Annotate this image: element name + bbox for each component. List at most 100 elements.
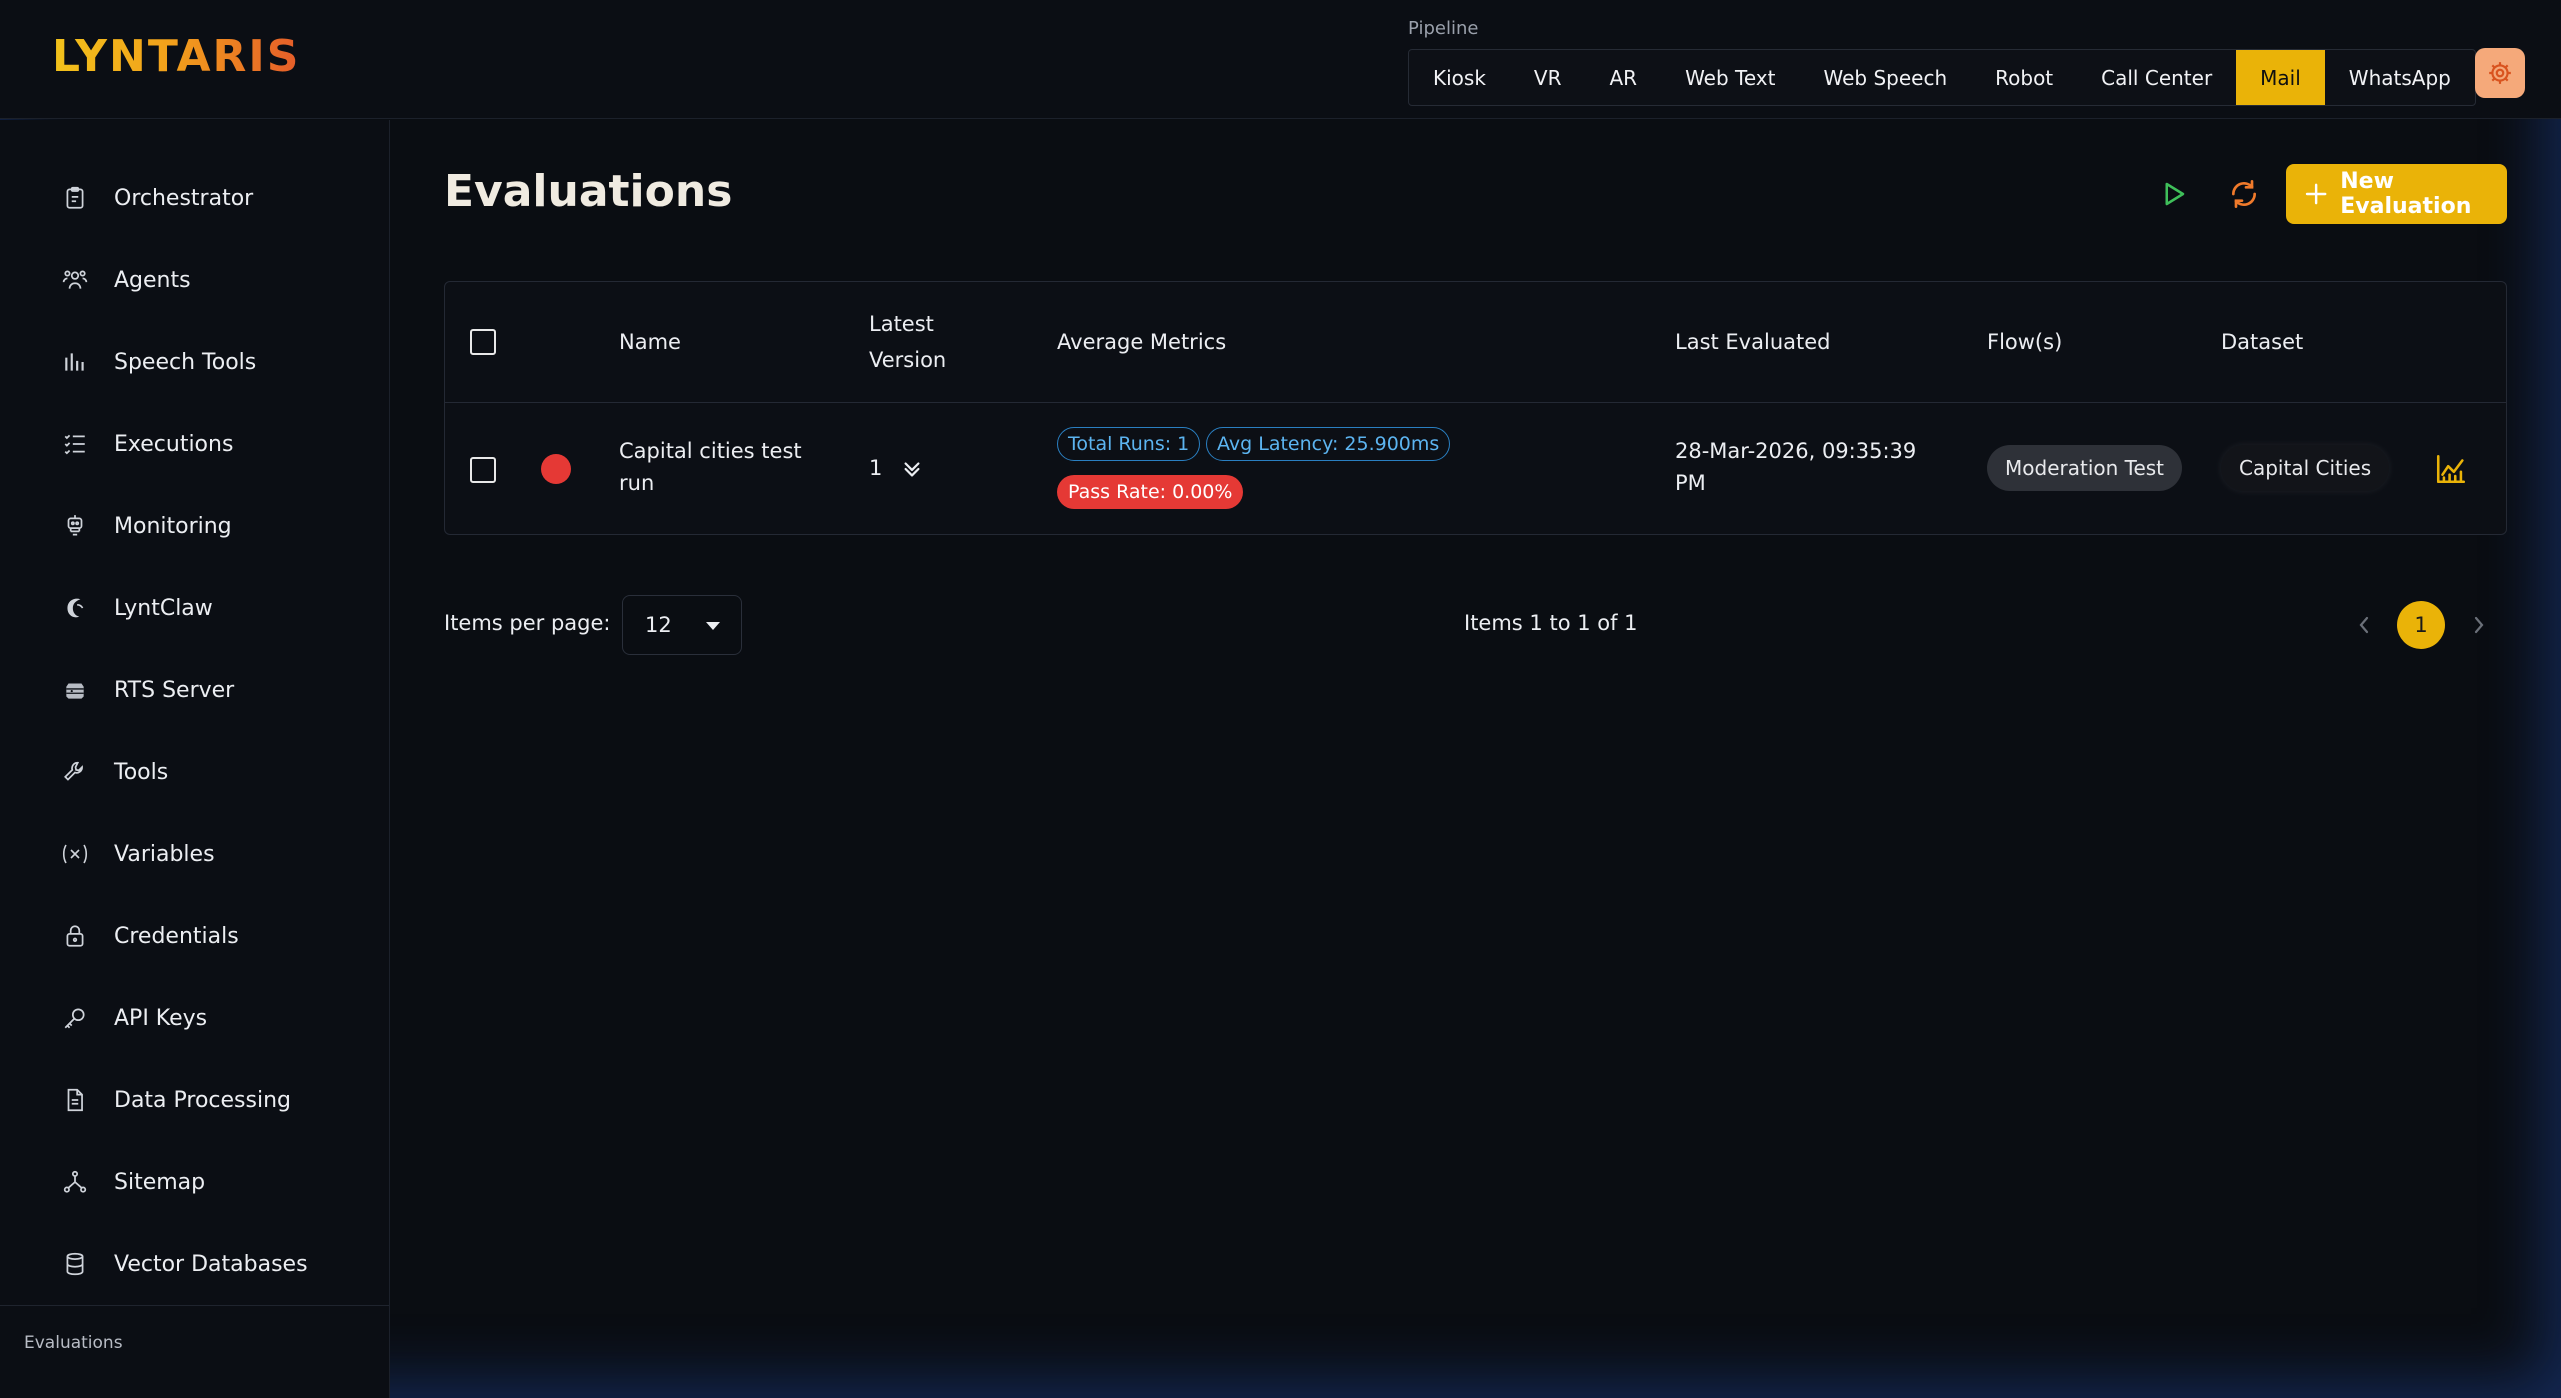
- select-all-checkbox[interactable]: [470, 329, 496, 355]
- pipeline-tab-web-text[interactable]: Web Text: [1661, 50, 1799, 105]
- gear-icon: [2489, 62, 2511, 84]
- sidebar-item-data-processing[interactable]: Data Processing: [58, 1080, 378, 1120]
- settings-button[interactable]: [2475, 48, 2525, 98]
- sidebar-item-executions[interactable]: Executions: [58, 424, 378, 464]
- pass-rate-badge: Pass Rate: 0.00%: [1057, 475, 1244, 509]
- items-per-page-value: 12: [645, 613, 672, 637]
- chevron-left-icon: [2359, 616, 2369, 634]
- chart-icon: [2436, 454, 2466, 484]
- new-evaluation-label: New Evaluation: [2340, 169, 2472, 219]
- variable-icon: [58, 837, 92, 871]
- sidebar-item-label: API Keys: [114, 1005, 208, 1031]
- sidebar-item-monitoring[interactable]: Monitoring: [58, 506, 378, 546]
- pipeline-tab-mail[interactable]: Mail: [2236, 50, 2325, 105]
- database-icon: [58, 1247, 92, 1281]
- column-header-dataset[interactable]: Dataset: [2221, 324, 2303, 360]
- run-button[interactable]: [2148, 169, 2198, 219]
- key-icon: [58, 1001, 92, 1035]
- column-header-flows[interactable]: Flow(s): [1987, 324, 2062, 360]
- last-evaluated-line1: 28-Mar-2026, 09:35:39: [1675, 439, 1917, 463]
- pipeline-tab-web-speech[interactable]: Web Speech: [1800, 50, 1972, 105]
- pipeline-tab-call-center[interactable]: Call Center: [2077, 50, 2236, 105]
- sidebar-item-variables[interactable]: Variables: [58, 834, 378, 874]
- app-logo[interactable]: LYNTARIS: [52, 26, 312, 86]
- column-header-latest-version-line2: Version: [869, 348, 947, 372]
- pipeline-tab-ar[interactable]: AR: [1586, 50, 1662, 105]
- clipboard-icon: [58, 181, 92, 215]
- users-icon: [58, 263, 92, 297]
- claw-icon: [58, 591, 92, 625]
- status-indicator-failed: [541, 454, 571, 484]
- next-page-button[interactable]: [2464, 605, 2494, 645]
- sidebar-item-label: Agents: [114, 267, 191, 293]
- list-check-icon: [58, 427, 92, 461]
- lock-icon: [58, 919, 92, 953]
- flow-chip[interactable]: Moderation Test: [1987, 445, 2183, 491]
- sidebar-item-label: Sitemap: [114, 1169, 206, 1195]
- sidebar-item-label: Executions: [114, 431, 234, 457]
- avg-latency-badge: Avg Latency: 25.900ms: [1206, 427, 1451, 461]
- sidebar-item-label: Monitoring: [114, 513, 232, 539]
- previous-page-button[interactable]: [2349, 605, 2379, 645]
- table-header-divider: [445, 402, 2506, 403]
- pipeline-tab-whatsapp[interactable]: WhatsApp: [2325, 50, 2475, 105]
- sidebar-section-evaluations: Evaluations: [24, 1333, 123, 1353]
- sidebar-item-label: Data Processing: [114, 1087, 291, 1113]
- pipeline-tab-kiosk[interactable]: Kiosk: [1409, 50, 1510, 105]
- sidebar-item-vector-databases[interactable]: Vector Databases: [58, 1244, 378, 1284]
- sidebar-item-label: Credentials: [114, 923, 239, 949]
- pipeline-tabs: Kiosk VR AR Web Text Web Speech Robot Ca…: [1408, 49, 2476, 106]
- sitemap-icon: [58, 1165, 92, 1199]
- sidebar: Orchestrator Agents Speech Tools Executi…: [0, 120, 390, 1398]
- row-checkbox[interactable]: [470, 457, 496, 483]
- sidebar-item-lyntclaw[interactable]: LyntClaw: [58, 588, 378, 628]
- items-per-page-select[interactable]: 12: [622, 595, 742, 655]
- pipeline-tab-vr[interactable]: VR: [1510, 50, 1586, 105]
- new-evaluation-button[interactable]: New Evaluation: [2286, 164, 2507, 224]
- sidebar-item-orchestrator[interactable]: Orchestrator: [58, 178, 378, 218]
- server-icon: [58, 673, 92, 707]
- evaluation-name-line2: run: [619, 471, 655, 495]
- items-per-page-label: Items per page:: [444, 611, 611, 635]
- wrench-icon: [58, 755, 92, 789]
- sidebar-item-label: Tools: [114, 759, 169, 785]
- column-header-last-evaluated[interactable]: Last Evaluated: [1675, 324, 1830, 360]
- page-1-button[interactable]: 1: [2397, 601, 2445, 649]
- sidebar-divider: [0, 1305, 389, 1306]
- sidebar-item-label: LyntClaw: [114, 595, 213, 621]
- latest-version-value: 1: [869, 456, 883, 480]
- view-results-button[interactable]: [2430, 448, 2472, 490]
- sidebar-item-api-keys[interactable]: API Keys: [58, 998, 378, 1038]
- column-header-latest-version-line1: Latest: [869, 312, 934, 336]
- items-range-text: Items 1 to 1 of 1: [1464, 611, 1638, 635]
- sidebar-item-credentials[interactable]: Credentials: [58, 916, 378, 956]
- column-header-average-metrics[interactable]: Average Metrics: [1057, 324, 1226, 360]
- column-header-name[interactable]: Name: [619, 324, 681, 360]
- evaluation-name[interactable]: Capital cities test run: [619, 435, 802, 499]
- last-evaluated-line2: PM: [1675, 471, 1706, 495]
- refresh-button[interactable]: [2219, 169, 2269, 219]
- sidebar-item-sitemap[interactable]: Sitemap: [58, 1162, 378, 1202]
- bar-chart-icon: [58, 345, 92, 379]
- sidebar-item-agents[interactable]: Agents: [58, 260, 378, 300]
- column-header-latest-version[interactable]: Latest Version: [869, 306, 946, 378]
- sidebar-item-label: Vector Databases: [114, 1251, 308, 1277]
- pipeline-label: Pipeline: [1408, 18, 1479, 39]
- caret-down-icon: [706, 622, 720, 630]
- sidebar-item-tools[interactable]: Tools: [58, 752, 378, 792]
- dataset-chip[interactable]: Capital Cities: [2221, 445, 2390, 491]
- sidebar-item-rts-server[interactable]: RTS Server: [58, 670, 378, 710]
- play-icon: [2165, 182, 2185, 206]
- pipeline-tab-robot[interactable]: Robot: [1971, 50, 2077, 105]
- robot-icon: [58, 509, 92, 543]
- double-chevron-down-icon: [904, 462, 920, 477]
- page-title: Evaluations: [444, 166, 733, 217]
- total-runs-badge: Total Runs: 1: [1057, 427, 1201, 461]
- document-icon: [58, 1083, 92, 1117]
- sidebar-item-speech-tools[interactable]: Speech Tools: [58, 342, 378, 382]
- expand-versions-button[interactable]: [897, 454, 927, 484]
- sidebar-item-label: Orchestrator: [114, 185, 254, 211]
- sidebar-item-label: Speech Tools: [114, 349, 257, 375]
- evaluation-name-line1: Capital cities test: [619, 439, 802, 463]
- sidebar-item-label: RTS Server: [114, 677, 235, 703]
